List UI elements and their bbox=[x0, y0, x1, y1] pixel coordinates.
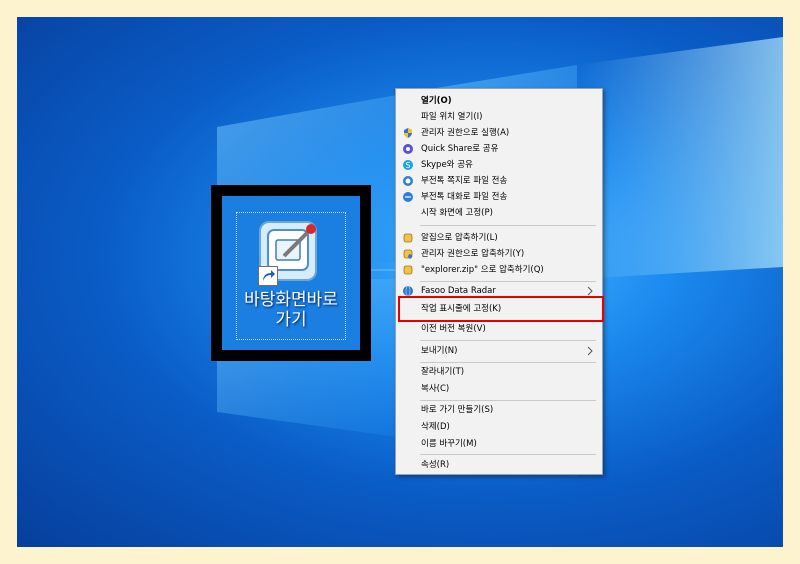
menu-separator bbox=[420, 454, 596, 455]
menu-item-run-as-admin[interactable]: 관리자 권한으로 실행(A) bbox=[396, 125, 602, 141]
menu-item-open-file-location[interactable]: 파일 위치 열기(I) bbox=[396, 109, 602, 125]
menu-item-label: Skype와 공유 bbox=[421, 160, 473, 170]
globe-icon bbox=[403, 286, 413, 296]
alzip-icon bbox=[403, 233, 413, 243]
menu-item-quick-share[interactable]: Quick Share로 공유 bbox=[396, 141, 602, 157]
menu-item-messenger-chat[interactable]: 부전톡 대화로 파일 전송 bbox=[396, 189, 602, 205]
menu-item-label: 부전톡 쪽지로 파일 전송 bbox=[421, 176, 508, 186]
menu-item-label: Quick Share로 공유 bbox=[421, 144, 499, 154]
context-menu: 열기(O) 파일 위치 열기(I) 관리자 권한으로 실행(A) Quick S… bbox=[395, 88, 603, 475]
menu-item-alzip-compress[interactable]: 알집으로 압축하기(L) bbox=[396, 230, 602, 246]
menu-item-label: 관리자 권한으로 실행(A) bbox=[421, 128, 510, 138]
menu-item-label: 열기(O) bbox=[421, 96, 452, 106]
menu-item-restore-previous-versions[interactable]: 이전 버전 복원(V) bbox=[396, 321, 602, 337]
menu-item-label: 바로 가기 만들기(S) bbox=[421, 405, 494, 415]
menu-item-label: 부전톡 대화로 파일 전송 bbox=[421, 192, 508, 202]
chevron-right-icon bbox=[587, 346, 593, 356]
skype-icon: S bbox=[403, 160, 413, 170]
quick-share-icon bbox=[403, 144, 413, 154]
menu-item-copy[interactable]: 복사(C) bbox=[396, 381, 602, 397]
menu-item-label: 삭제(D) bbox=[421, 422, 450, 432]
menu-item-cut[interactable]: 잘라내기(T) bbox=[396, 364, 602, 380]
screenshot-frame: 바탕화면바로 가기 열기(O) 파일 위치 열기(I) 관리자 권한으로 실행(… bbox=[0, 0, 800, 564]
menu-item-label: 속성(R) bbox=[421, 460, 450, 470]
menu-item-skype-share[interactable]: S Skype와 공유 bbox=[396, 157, 602, 173]
alzip-admin-icon bbox=[403, 249, 413, 259]
svg-text:S: S bbox=[405, 161, 410, 170]
menu-separator bbox=[420, 225, 596, 226]
menu-item-label: 알집으로 압축하기(L) bbox=[421, 233, 498, 243]
menu-separator bbox=[420, 281, 596, 282]
menu-item-send-to[interactable]: 보내기(N) bbox=[396, 343, 602, 359]
menu-item-properties[interactable]: 속성(R) bbox=[396, 457, 602, 473]
menu-item-delete[interactable]: 삭제(D) bbox=[396, 419, 602, 435]
menu-item-create-shortcut[interactable]: 바로 가기 만들기(S) bbox=[396, 402, 602, 418]
menu-item-messenger-note[interactable]: 부전톡 쪽지로 파일 전송 bbox=[396, 173, 602, 189]
menu-item-label: 이전 버전 복원(V) bbox=[421, 324, 486, 334]
menu-separator bbox=[420, 400, 596, 401]
messenger-icon bbox=[403, 176, 413, 186]
menu-item-label: "explorer.zip" 으로 압축하기(Q) bbox=[421, 265, 544, 275]
menu-item-label: 잘라내기(T) bbox=[421, 367, 465, 377]
icon-label-line1: 바탕화면바로 bbox=[244, 290, 338, 310]
menu-item-label: 보내기(N) bbox=[421, 346, 458, 356]
chat-icon bbox=[403, 192, 413, 202]
icon-label-line2: 가기 bbox=[275, 310, 307, 330]
shield-icon bbox=[404, 128, 412, 138]
menu-separator bbox=[420, 362, 596, 363]
shortcut-arrow-icon bbox=[258, 266, 278, 286]
menu-separator bbox=[420, 340, 596, 341]
menu-item-compress-explorer-zip[interactable]: "explorer.zip" 으로 압축하기(Q) bbox=[396, 262, 602, 278]
menu-item-open[interactable]: 열기(O) bbox=[396, 93, 602, 109]
menu-item-label: 복사(C) bbox=[421, 384, 450, 394]
menu-item-label: 시작 화면에 고정(P) bbox=[421, 208, 493, 218]
menu-item-label: 이름 바꾸기(M) bbox=[421, 439, 477, 449]
menu-item-rename[interactable]: 이름 바꾸기(M) bbox=[396, 436, 602, 452]
menu-item-label: 파일 위치 열기(I) bbox=[421, 112, 483, 122]
menu-item-alzip-admin[interactable]: 관리자 권한으로 압축하기(Y) bbox=[396, 246, 602, 262]
menu-item-label: 관리자 권한으로 압축하기(Y) bbox=[421, 249, 525, 259]
menu-item-pin-to-start[interactable]: 시작 화면에 고정(P) bbox=[396, 205, 602, 221]
alzip-icon bbox=[403, 265, 413, 275]
desktop-icon-label: 바탕화면바로 가기 bbox=[228, 290, 354, 330]
pin-to-taskbar-highlight-box bbox=[398, 296, 604, 322]
